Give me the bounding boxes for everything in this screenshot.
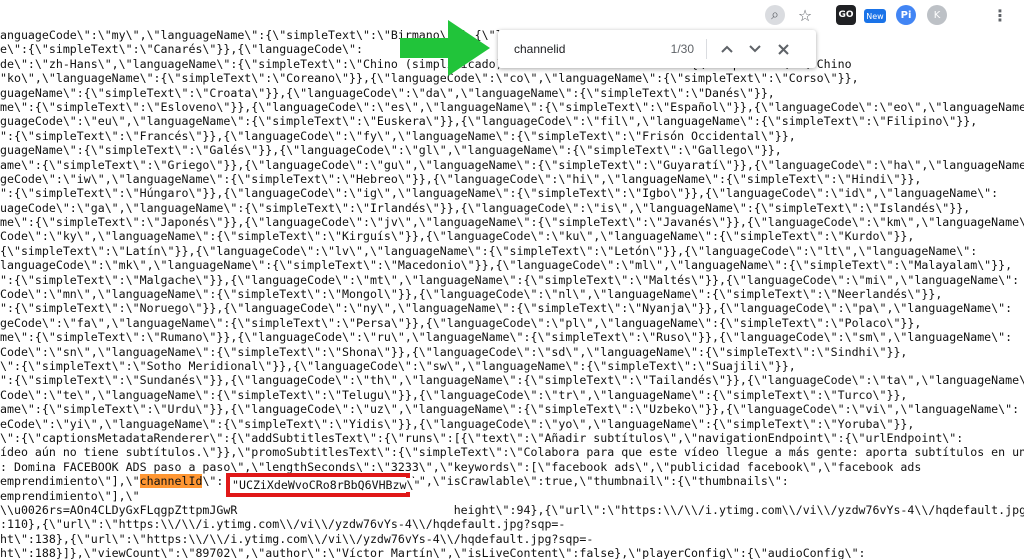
- find-input[interactable]: channelid: [514, 42, 654, 56]
- code-line: ame\":{\"simpleText\":\"Griego\"}},{\"la…: [0, 157, 1024, 172]
- extension-new-icon[interactable]: New: [864, 9, 886, 23]
- bookmark-star-icon[interactable]: ☆: [795, 5, 815, 25]
- find-match-highlight: channelId: [139, 474, 203, 489]
- code-line: ":{\"simpleText\":\"Francés\"}},{\"langu…: [0, 128, 796, 143]
- code-line: \":{\"simpleText\":\"Sotho Meridional\"}…: [0, 358, 796, 373]
- code-line: Code\":\"mn\",\"languageName\":{\"simple…: [0, 287, 943, 302]
- code-line: guageCode\":\"eu\",\"languageName\":{\"s…: [0, 114, 978, 129]
- code-line: ídeo aún no tiene subtítulos.\"}},\"prom…: [0, 445, 1024, 460]
- code-line: geCode\":\"fa\",\"languageName\":{\"simp…: [0, 315, 922, 330]
- code-line: ":{\"simpleText\":\"Sundanés\"}},{\"lang…: [0, 373, 1024, 388]
- code-line: me\":{\"simpleText\":\"Japonés\"}},{\"la…: [0, 215, 1024, 230]
- find-next-button[interactable]: [741, 35, 769, 63]
- code-line: guageName\":{\"simpleText\":\"Galés\"}},…: [0, 143, 782, 158]
- code-line: ht\":188}]},\"viewCount\":\"89702\",\"au…: [0, 546, 866, 559]
- code-line: uageCode\":\"ga\",\"languageName\":{\"si…: [0, 200, 971, 215]
- code-line: languageCode\":\"mk\",\"languageName\":{…: [0, 258, 1013, 273]
- find-match-count: 1/30: [670, 42, 694, 56]
- code-line: me\":{\"simpleText\":\"Rumano\"}},{\"lan…: [0, 330, 1013, 345]
- find-close-button[interactable]: [769, 35, 797, 63]
- chevron-up-icon: [721, 45, 733, 53]
- channel-id-value: "UCZiXdeWvoCRo8rBbQ6VHBzw\": [232, 478, 421, 492]
- profile-avatar-icon[interactable]: K: [927, 5, 947, 25]
- code-line: guageName\":{\"simpleText\":\"Croata\"}}…: [0, 85, 775, 100]
- extension-dark-icon[interactable]: GO: [836, 5, 856, 25]
- code-line: "ko\",\"languageName\":{\"simpleText\":\…: [0, 71, 859, 86]
- code-line: me\":{\"simpleText\":\"Esloveno\"}},{\"l…: [0, 99, 1024, 114]
- code-line: emprendimiento\"],\": [0, 488, 140, 503]
- menu-icon[interactable]: ⋮: [990, 5, 1010, 25]
- code-line: ame\":{\"simpleText\":\"Urdu\"}},{\"lang…: [0, 402, 1020, 417]
- find-previous-button[interactable]: [713, 35, 741, 63]
- code-line: eCode\":\"yi\",\"languageName\":{\"simpl…: [0, 416, 915, 431]
- source-text-view: anguageCode\":\"my\",\"languageName\":{\…: [0, 28, 1024, 559]
- close-icon: [777, 43, 789, 55]
- find-divider: [706, 39, 707, 59]
- code-line: geCode\":\"iw\",\"languageName\":{\"simp…: [0, 171, 922, 186]
- search-lens-icon[interactable]: ⌕: [765, 5, 785, 25]
- code-line: ":{\"simpleText\":\"Húngaro\"}},{\"langu…: [0, 186, 999, 201]
- chevron-down-icon: [749, 45, 761, 53]
- code-line: Code\":\"ky\",\"languageName\":{\"simple…: [0, 229, 915, 244]
- code-line: emprendimiento\"],\"channelId\": \",\"is…: [0, 474, 789, 489]
- code-line: ht\":138},{\"url\":\"https:\\/\\/i.ytimg…: [0, 531, 594, 546]
- extension-pi-icon[interactable]: Pi: [896, 5, 916, 25]
- code-line: Code\":\"te\",\"languageName\":{\"simple…: [0, 387, 908, 402]
- code-line: {\"simpleText\":\"Latín\"}},{\"languageC…: [0, 243, 978, 258]
- code-line: :110},{\"url\":\"https:\\/\\/i.ytimg.com…: [0, 517, 566, 532]
- code-line: \\u0026rs=AOn4CLDyGxFLqgpZttpmJGwR heigh…: [0, 502, 1024, 517]
- code-line: : Domina FACEBOOK ADS paso a paso\",\"le…: [0, 459, 922, 474]
- green-arrow-icon: [400, 20, 490, 76]
- browser-toolbar: ⌕ ☆ GO New Pi K ⋮: [0, 0, 1024, 30]
- find-bar: channelid 1/30: [498, 30, 816, 68]
- code-line: ":{\"simpleText\":\"Malgache\"}},{\"lang…: [0, 272, 1020, 287]
- code-line: ":{\"simpleText\":\"Noruego\"}},{\"langu…: [0, 301, 1013, 316]
- code-line: Code\":\"sn\",\"languageName\":{\"simple…: [0, 344, 908, 359]
- code-line: \":{\"captionsMetadataRenderer\":{\"addS…: [0, 430, 964, 445]
